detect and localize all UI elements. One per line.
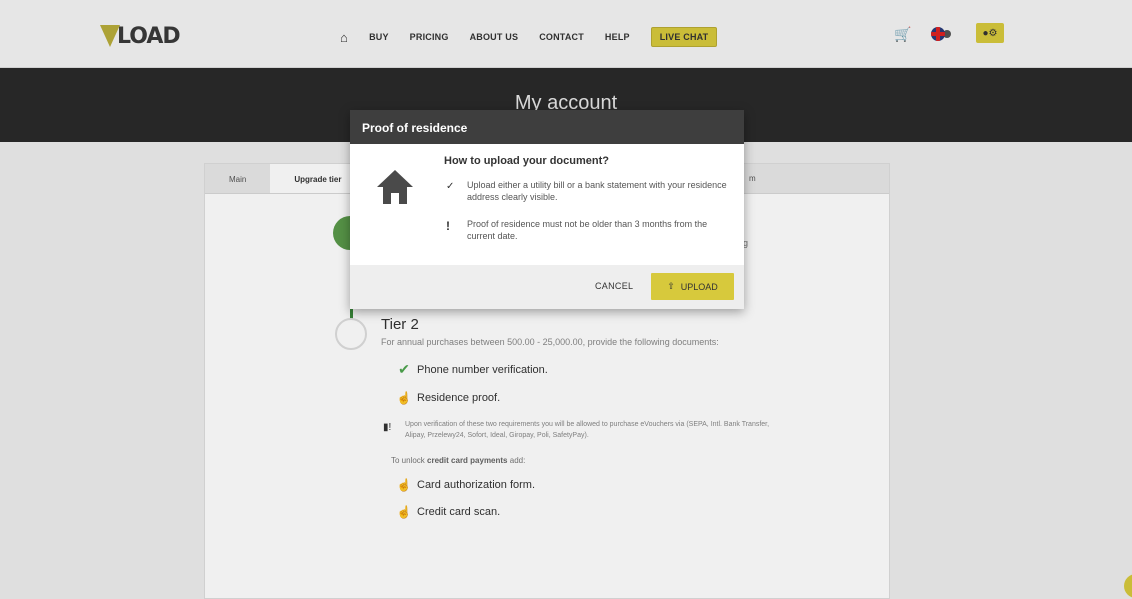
modal-body: How to upload your document? ✓ Upload ei… [350,144,744,265]
exclamation-icon: ! [446,219,450,233]
modal-title: Proof of residence [350,110,744,144]
cancel-button[interactable]: CANCEL [595,281,633,291]
modal-instruction-2: ! Proof of residence must not be older t… [446,218,737,242]
proof-of-residence-modal: Proof of residence How to upload your do… [350,110,744,309]
house-icon [377,170,413,204]
instruction-text: Proof of residence must not be older tha… [467,219,708,241]
check-icon: ✓ [446,181,455,192]
modal-footer: CANCEL ⇧ UPLOAD [350,265,744,309]
instruction-text: Upload either a utility bill or a bank s… [467,180,727,202]
modal-instruction-1: ✓ Upload either a utility bill or a bank… [446,179,732,203]
upload-button[interactable]: ⇧ UPLOAD [651,273,734,300]
upload-icon: ⇧ [667,281,675,291]
upload-label: UPLOAD [680,281,718,292]
modal-heading: How to upload your document? [444,155,609,167]
